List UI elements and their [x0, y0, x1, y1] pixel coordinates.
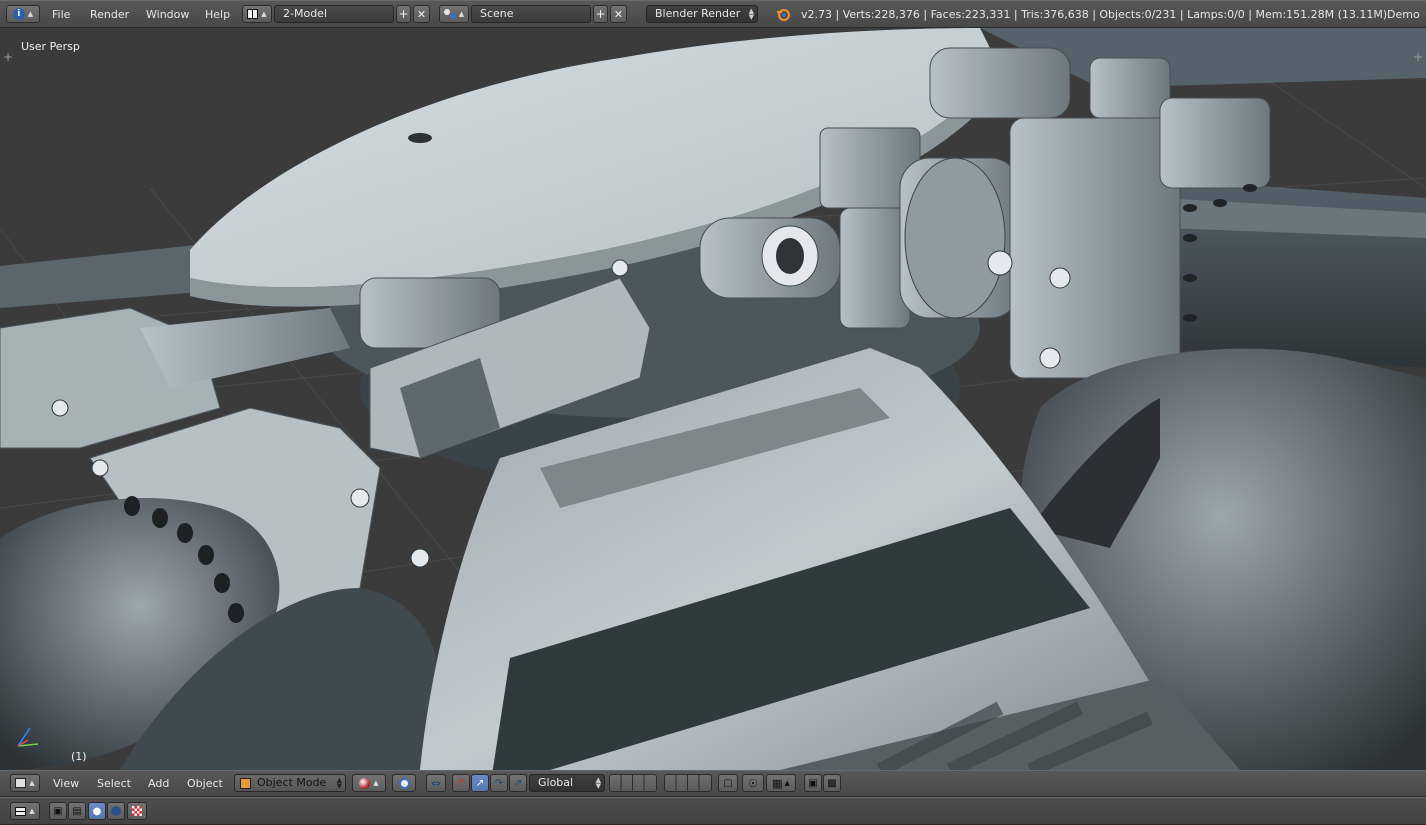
layers-icon: ▢ — [723, 777, 733, 789]
viewport-shading-button[interactable]: ▲ — [352, 774, 386, 792]
menu-view[interactable]: View — [53, 777, 79, 791]
mode-label: Object Mode — [257, 776, 327, 789]
add-scene-button[interactable]: + — [593, 5, 608, 23]
scale-icon: ⇗ — [513, 777, 523, 789]
menu-help[interactable]: Help — [205, 8, 230, 22]
render-engine-dropdown[interactable]: Blender Render ▲ ▼ — [646, 5, 758, 23]
scene-icon: ● — [92, 805, 102, 817]
info-icon: i — [12, 8, 25, 20]
object-mode-icon — [240, 778, 251, 789]
timeline-icon — [15, 806, 27, 816]
menu-render[interactable]: Render — [90, 8, 129, 22]
scene-icon — [443, 9, 456, 19]
scene-statistics: v2.73 | Verts:228,376 | Faces:223,331 | … — [801, 8, 1388, 21]
timeline-header: ▲ ▣ ▤ ● — [0, 797, 1426, 825]
proportional-icon: ☉ — [748, 776, 758, 790]
render-engine-label: Blender Render — [655, 7, 741, 20]
manipulator-center-button[interactable]: ⇔ — [426, 774, 446, 792]
add-screen-button[interactable]: + — [396, 5, 411, 23]
render-layers-button[interactable]: ▢ — [718, 774, 738, 792]
chevron-updown-icon: ▲ — [27, 10, 34, 18]
chevron-updown-icon: ▲ — [261, 10, 267, 18]
menu-window[interactable]: Window — [146, 8, 189, 22]
scene-field[interactable]: Scene — [471, 5, 591, 23]
shading-solid-icon — [359, 777, 371, 789]
image-icon: ▤ — [72, 805, 82, 817]
menu-object[interactable]: Object — [187, 777, 223, 791]
chevron-updown-icon: ▲ — [29, 807, 35, 815]
scene-name-right: Demo — [1387, 8, 1420, 21]
view-label: User Persp — [21, 40, 80, 53]
manipulator-toggle-button[interactable]: ↱ — [452, 774, 470, 792]
opengl-render-button[interactable]: ▣ — [804, 774, 822, 792]
scene-settings-button[interactable]: ● — [88, 802, 106, 820]
scale-manipulator-button[interactable]: ⇗ — [509, 774, 527, 792]
scene-layers-1[interactable] — [609, 774, 657, 792]
chevron-updown-icon: ▲ — [29, 779, 35, 787]
layout-grid-icon — [247, 9, 259, 19]
translate-icon: ↗ — [475, 777, 485, 789]
close-icon: ✕ — [613, 7, 624, 21]
plus-icon: + — [398, 7, 409, 21]
viewport-render — [0, 28, 1426, 770]
mode-dropdown[interactable]: Object Mode ▲ ▼ — [234, 774, 346, 792]
opengl-render-animation-button[interactable]: ▩ — [823, 774, 841, 792]
camera-icon: ▣ — [808, 777, 818, 789]
editor-type-3dview-button[interactable]: ▲ — [10, 774, 40, 792]
chevron-updown-icon: ▲ — [458, 10, 465, 18]
menu-add[interactable]: Add — [148, 777, 169, 791]
world-icon — [111, 806, 121, 816]
close-icon: ✕ — [416, 7, 427, 21]
translate-manipulator-button[interactable]: ↗ — [471, 774, 489, 792]
frame-label: (1) — [71, 750, 87, 763]
3d-view-icon — [15, 778, 27, 788]
camera-icon: ▣ — [53, 805, 63, 817]
chevron-updown-icon: ▲ — [784, 779, 790, 787]
chevron-updown-icon: ▲ ▼ — [595, 776, 601, 790]
orientation-label: Global — [538, 776, 574, 789]
editor-type-timeline-button[interactable]: ▲ — [10, 802, 40, 820]
blender-logo-icon — [776, 7, 790, 21]
menu-file[interactable]: File — [52, 8, 70, 22]
manipulator-icon: ↱ — [456, 777, 466, 789]
menu-select[interactable]: Select — [97, 777, 131, 791]
properties-expand-icon[interactable]: + — [1413, 50, 1423, 64]
editor-type-info-button[interactable]: i ▲ — [6, 5, 40, 23]
checker-icon — [132, 806, 142, 816]
world-button[interactable] — [107, 802, 125, 820]
toolshelf-expand-icon[interactable]: + — [3, 50, 13, 64]
transform-orientation-dropdown[interactable]: Global ▲ ▼ — [529, 774, 605, 792]
render-button[interactable]: ▣ — [49, 802, 67, 820]
rotate-manipulator-button[interactable]: ↷ — [490, 774, 508, 792]
chevron-updown-icon: ▲ ▼ — [336, 776, 342, 790]
clapperboard-icon: ▩ — [827, 777, 837, 789]
rotate-icon: ↷ — [494, 777, 504, 789]
move-arrows-icon: ⇔ — [431, 776, 441, 790]
screen-layout-field[interactable]: 2-Model — [274, 5, 394, 23]
proportional-editing-button[interactable]: ☉ — [742, 774, 764, 792]
plus-icon: + — [595, 7, 606, 21]
scene-browse-button[interactable]: ▲ — [439, 5, 469, 23]
screen-layout-browse-button[interactable]: ▲ — [242, 5, 272, 23]
render-animation-button[interactable]: ▤ — [68, 802, 86, 820]
delete-screen-button[interactable]: ✕ — [413, 5, 430, 23]
pivot-point-button[interactable] — [392, 774, 416, 792]
snap-element-button[interactable]: ▦ ▲ — [766, 774, 796, 792]
snap-icon: ▦ — [772, 776, 783, 790]
delete-scene-button[interactable]: ✕ — [610, 5, 627, 23]
texture-button[interactable] — [127, 802, 147, 820]
chevron-updown-icon: ▲ ▼ — [748, 7, 754, 21]
chevron-updown-icon: ▲ — [373, 779, 379, 787]
scene-layers-2[interactable] — [664, 774, 712, 792]
3d-viewport[interactable]: User Persp (1) + + — [0, 28, 1426, 770]
pivot-icon — [398, 777, 410, 789]
info-header: i ▲ File Render Window Help ▲ 2-Model + … — [0, 0, 1426, 28]
3d-view-header: ▲ View Select Add Object Object Mode ▲ ▼ … — [0, 770, 1426, 797]
